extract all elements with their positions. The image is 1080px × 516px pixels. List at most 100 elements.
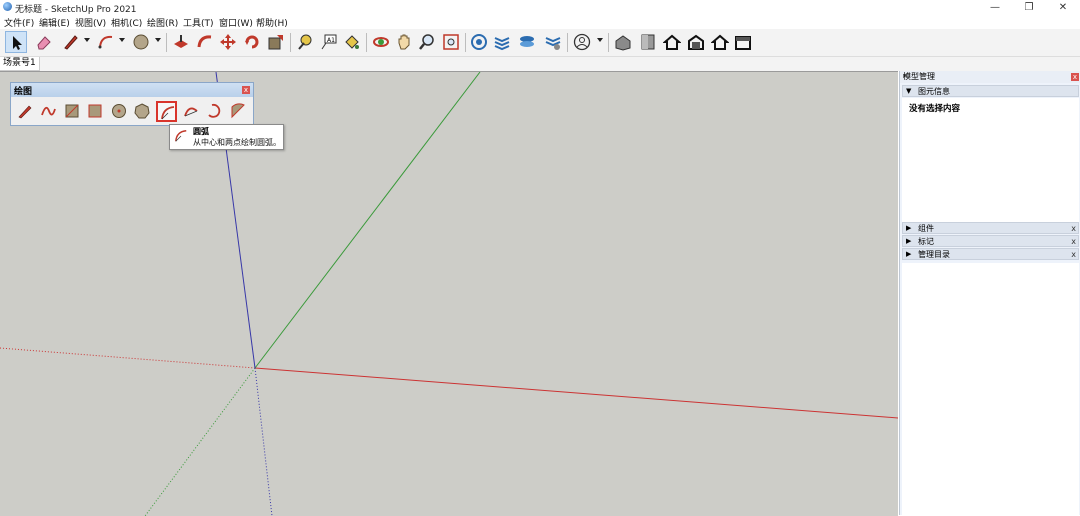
iso-view-button[interactable] bbox=[612, 31, 634, 53]
pie-tool[interactable] bbox=[228, 101, 249, 122]
line-tool-button[interactable] bbox=[60, 31, 82, 53]
move-icon bbox=[220, 34, 236, 50]
menu-camera[interactable]: 相机(C) bbox=[111, 16, 142, 29]
line-icon bbox=[18, 105, 32, 119]
side-view-icon bbox=[735, 36, 751, 50]
follow-me-tool-button[interactable] bbox=[194, 31, 216, 53]
arc-tool-button[interactable] bbox=[95, 31, 117, 53]
tooltip-description: 从中心和两点绘制圆弧。 bbox=[193, 138, 281, 147]
rotated-rectangle-tool[interactable] bbox=[85, 101, 106, 122]
restore-button[interactable]: ❐ bbox=[1012, 0, 1046, 15]
modeling-viewport[interactable] bbox=[0, 71, 898, 516]
tray-section-outliner[interactable]: ▶ 管理目录 x bbox=[902, 248, 1079, 260]
iso-view-icon bbox=[615, 35, 631, 51]
extension-manager-icon bbox=[545, 37, 561, 50]
menu-edit[interactable]: 编辑(E) bbox=[39, 16, 70, 29]
rectangle-tool[interactable] bbox=[62, 101, 83, 122]
line-tool[interactable] bbox=[15, 101, 36, 122]
tray-empty-area bbox=[902, 263, 1079, 515]
extension-manager-button[interactable] bbox=[542, 31, 564, 53]
no-selection-text: 没有选择内容 bbox=[909, 104, 961, 114]
svg-text:A1: A1 bbox=[327, 37, 335, 44]
tray-section-components[interactable]: ▶ 组件 x bbox=[902, 222, 1079, 234]
paint-bucket-tool-button[interactable] bbox=[341, 31, 363, 53]
tray-header: 模型管理 ᵖ x bbox=[900, 71, 1080, 83]
tape-measure-tool-button[interactable] bbox=[294, 31, 316, 53]
pan-tool-button[interactable] bbox=[393, 31, 415, 53]
zoom-extents-tool-button[interactable] bbox=[440, 31, 462, 53]
polygon-tool[interactable] bbox=[132, 101, 153, 122]
close-icon[interactable]: x bbox=[1071, 249, 1076, 260]
eraser-tool-button[interactable] bbox=[33, 31, 55, 53]
close-icon[interactable]: x bbox=[1071, 236, 1076, 247]
sketchup-logo-icon bbox=[3, 2, 12, 11]
minimize-button[interactable]: — bbox=[978, 0, 1012, 15]
2-point-arc-tool[interactable] bbox=[181, 101, 202, 122]
chevron-down-icon[interactable] bbox=[119, 38, 125, 42]
back-view-icon bbox=[688, 34, 704, 50]
2-point-arc-icon bbox=[184, 107, 198, 117]
3d-warehouse-button[interactable] bbox=[468, 31, 490, 53]
close-icon[interactable]: x bbox=[242, 86, 250, 94]
eraser-icon bbox=[37, 36, 51, 50]
toolbar-separator bbox=[366, 33, 367, 52]
top-view-icon bbox=[663, 34, 681, 50]
toolbar-separator bbox=[290, 33, 291, 52]
chevron-down-icon[interactable] bbox=[84, 38, 90, 42]
user-account-button[interactable] bbox=[571, 31, 593, 53]
menu-window[interactable]: 窗口(W) bbox=[219, 16, 253, 29]
chevron-down-icon[interactable] bbox=[155, 38, 161, 42]
scale-tool-button[interactable] bbox=[265, 31, 287, 53]
circle-tool[interactable] bbox=[109, 101, 130, 122]
default-tray: 模型管理 ᵖ x ▼ 图元信息 没有选择内容 ▶ 组件 x ▶ 标记 x ▶ 管… bbox=[899, 71, 1080, 515]
toolbar-separator bbox=[166, 33, 167, 52]
menu-tools[interactable]: 工具(T) bbox=[183, 16, 214, 29]
tool-tooltip: 圆弧 从中心和两点绘制圆弧。 bbox=[169, 124, 284, 150]
drawing-panel-header[interactable]: 绘图 x bbox=[11, 83, 253, 97]
circle-icon bbox=[112, 104, 126, 118]
red-axis-line bbox=[254, 367, 898, 419]
pin-icon[interactable]: ᵖ bbox=[903, 72, 1069, 82]
main-toolbar: A1 bbox=[0, 29, 1080, 57]
select-tool-button[interactable] bbox=[5, 31, 27, 53]
close-button[interactable]: ✕ bbox=[1046, 0, 1080, 15]
front-view-button[interactable] bbox=[637, 31, 659, 53]
rotated-rectangle-icon bbox=[88, 104, 102, 118]
arc-tool-selected[interactable] bbox=[156, 101, 177, 122]
toolbar-separator bbox=[608, 33, 609, 52]
top-view-button[interactable] bbox=[661, 31, 683, 53]
shape-icon bbox=[133, 34, 149, 50]
zoom-tool-button[interactable] bbox=[416, 31, 438, 53]
close-icon[interactable]: x bbox=[1071, 73, 1079, 81]
collapsed-arrow-icon: ▶ bbox=[906, 250, 912, 258]
move-tool-button[interactable] bbox=[217, 31, 239, 53]
freehand-tool[interactable] bbox=[38, 101, 59, 122]
pie-icon bbox=[231, 103, 245, 119]
chevron-down-icon[interactable] bbox=[597, 38, 603, 42]
orbit-tool-button[interactable] bbox=[370, 31, 392, 53]
freehand-icon bbox=[41, 106, 56, 116]
axes-lines bbox=[0, 72, 898, 516]
home-view-button[interactable] bbox=[709, 31, 731, 53]
text-tool-button[interactable]: A1 bbox=[318, 31, 340, 53]
menu-file[interactable]: 文件(F) bbox=[4, 16, 34, 29]
push-pull-tool-button[interactable] bbox=[170, 31, 192, 53]
3-point-arc-tool[interactable] bbox=[204, 101, 225, 122]
tray-section-tags[interactable]: ▶ 标记 x bbox=[902, 235, 1079, 247]
scene-tab[interactable]: 场景号1 bbox=[0, 57, 40, 71]
zoom-icon bbox=[419, 34, 434, 50]
rotate-tool-button[interactable] bbox=[241, 31, 263, 53]
menu-draw[interactable]: 绘图(R) bbox=[147, 16, 178, 29]
drawing-panel-title: 绘图 bbox=[14, 87, 33, 97]
extension-warehouse-icon bbox=[494, 37, 510, 51]
side-view-button[interactable] bbox=[732, 31, 754, 53]
menu-help[interactable]: 帮助(H) bbox=[256, 16, 288, 29]
polygon-icon bbox=[134, 103, 150, 119]
back-view-button[interactable] bbox=[685, 31, 707, 53]
extension-warehouse-button[interactable] bbox=[491, 31, 513, 53]
close-icon[interactable]: x bbox=[1071, 223, 1076, 234]
layout-button[interactable] bbox=[516, 31, 538, 53]
shape-tool-button[interactable] bbox=[130, 31, 152, 53]
tray-section-entity-info[interactable]: ▼ 图元信息 bbox=[902, 85, 1079, 97]
menu-view[interactable]: 视图(V) bbox=[75, 16, 106, 29]
